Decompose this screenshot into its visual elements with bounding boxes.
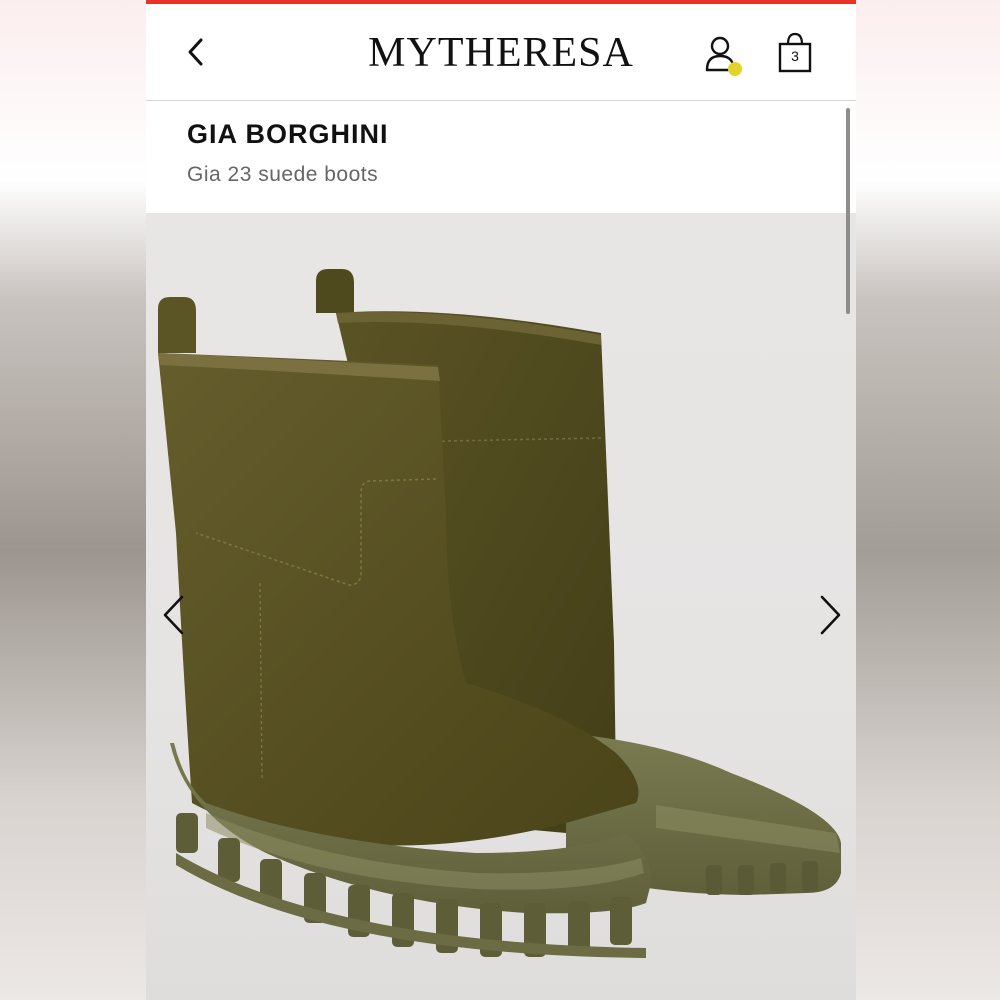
- header-bar: MYTHERESA 3: [146, 4, 856, 101]
- chevron-right-icon: [820, 595, 841, 635]
- product-name: Gia 23 suede boots: [187, 163, 379, 186]
- product-brand[interactable]: GIA BORGHINI: [187, 119, 389, 150]
- cart-count-badge: 3: [791, 48, 799, 64]
- app-screen: MYTHERESA 3 GIA BORGHINI Gia 23 suede bo…: [146, 0, 856, 1000]
- chevron-left-icon: [163, 595, 184, 635]
- product-image-gallery[interactable]: [146, 213, 856, 1000]
- notification-dot: [728, 62, 742, 76]
- gallery-prev-button[interactable]: [158, 593, 188, 637]
- backdrop-left: [0, 0, 146, 1000]
- gallery-next-button[interactable]: [816, 593, 846, 637]
- brand-logo[interactable]: MYTHERESA: [146, 30, 856, 76]
- backdrop-right: [854, 0, 1000, 1000]
- back-button[interactable]: [176, 32, 216, 72]
- scrollbar[interactable]: [846, 108, 850, 314]
- chevron-left-icon: [188, 38, 203, 66]
- cart-button[interactable]: 3: [776, 32, 818, 76]
- product-info: GIA BORGHINI Gia 23 suede boots: [146, 101, 856, 213]
- user-icon: [705, 36, 742, 76]
- product-image: [158, 269, 841, 958]
- account-button[interactable]: [702, 34, 746, 78]
